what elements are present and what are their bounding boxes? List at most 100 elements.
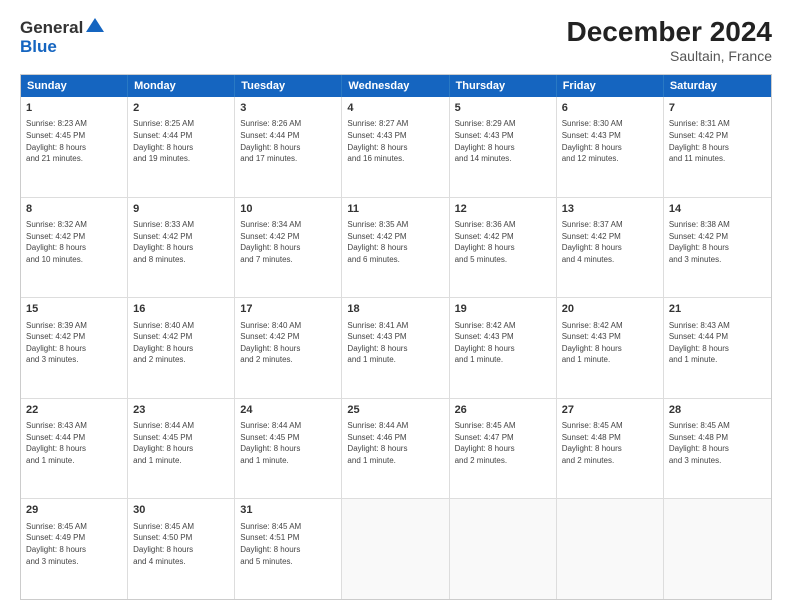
title-block: December 2024 Saultain, France (567, 16, 772, 64)
cal-header-day: Thursday (450, 75, 557, 97)
day-info: Sunrise: 8:45 AM Sunset: 4:48 PM Dayligh… (669, 420, 766, 466)
month-title: December 2024 (567, 16, 772, 48)
day-info: Sunrise: 8:43 AM Sunset: 4:44 PM Dayligh… (669, 320, 766, 366)
day-number: 29 (26, 503, 122, 518)
day-number: 12 (455, 202, 551, 217)
calendar-header: SundayMondayTuesdayWednesdayThursdayFrid… (21, 75, 771, 97)
calendar-cell: 17Sunrise: 8:40 AM Sunset: 4:42 PM Dayli… (235, 298, 342, 398)
day-number: 30 (133, 503, 229, 518)
calendar-cell (664, 499, 771, 599)
calendar-row: 15Sunrise: 8:39 AM Sunset: 4:42 PM Dayli… (21, 297, 771, 398)
day-number: 1 (26, 101, 122, 116)
day-info: Sunrise: 8:45 AM Sunset: 4:49 PM Dayligh… (26, 521, 122, 567)
calendar-cell: 9 Sunrise: 8:33 AM Sunset: 4:42 PM Daylig… (128, 198, 235, 298)
day-info: Sunrise: 8:27 AM Sunset: 4:43 PM Dayligh… (347, 118, 443, 164)
day-info: Sunrise: 8:45 AM Sunset: 4:50 PM Dayligh… (133, 521, 229, 567)
logo-blue-text: Blue (20, 37, 57, 57)
day-info: Sunrise: 8:44 AM Sunset: 4:45 PM Dayligh… (240, 420, 336, 466)
day-info: Sunrise: 8:40 AM Sunset: 4:42 PM Dayligh… (240, 320, 336, 366)
day-number: 2 (133, 101, 229, 116)
calendar-cell: 28 Sunrise: 8:45 AM Sunset: 4:48 PM Dayli… (664, 399, 771, 499)
day-number: 21 (669, 302, 766, 317)
day-number: 28 (669, 403, 766, 418)
day-number: 16 (133, 302, 229, 317)
calendar-cell: 1 Sunrise: 8:23 AM Sunset: 4:45 PM Daylig… (21, 97, 128, 197)
day-info: Sunrise: 8:35 AM Sunset: 4:42 PM Dayligh… (347, 219, 443, 265)
calendar-cell: 2 Sunrise: 8:25 AM Sunset: 4:44 PM Daylig… (128, 97, 235, 197)
cal-header-day: Wednesday (342, 75, 449, 97)
day-info: Sunrise: 8:42 AM Sunset: 4:43 PM Dayligh… (455, 320, 551, 366)
calendar-cell: 30 Sunrise: 8:45 AM Sunset: 4:50 PM Dayli… (128, 499, 235, 599)
day-number: 27 (562, 403, 658, 418)
calendar-cell: 13 Sunrise: 8:37 AM Sunset: 4:42 PM Dayli… (557, 198, 664, 298)
day-number: 15 (26, 302, 122, 317)
calendar-cell: 16 Sunrise: 8:40 AM Sunset: 4:42 PM Dayli… (128, 298, 235, 398)
logo: General Blue (20, 16, 104, 57)
calendar-row: 29 Sunrise: 8:45 AM Sunset: 4:49 PM Dayli… (21, 498, 771, 599)
calendar-cell: 26 Sunrise: 8:45 AM Sunset: 4:47 PM Dayli… (450, 399, 557, 499)
calendar-cell (450, 499, 557, 599)
day-number: 6 (562, 101, 658, 116)
day-number: 9 (133, 202, 229, 217)
day-info: Sunrise: 8:23 AM Sunset: 4:45 PM Dayligh… (26, 118, 122, 164)
calendar-cell: 29 Sunrise: 8:45 AM Sunset: 4:49 PM Dayli… (21, 499, 128, 599)
calendar-cell: 11Sunrise: 8:35 AM Sunset: 4:42 PM Dayli… (342, 198, 449, 298)
calendar-cell: 5 Sunrise: 8:29 AM Sunset: 4:43 PM Daylig… (450, 97, 557, 197)
day-info: Sunrise: 8:40 AM Sunset: 4:42 PM Dayligh… (133, 320, 229, 366)
day-info: Sunrise: 8:44 AM Sunset: 4:45 PM Dayligh… (133, 420, 229, 466)
day-info: Sunrise: 8:36 AM Sunset: 4:42 PM Dayligh… (455, 219, 551, 265)
calendar-cell: 7 Sunrise: 8:31 AM Sunset: 4:42 PM Daylig… (664, 97, 771, 197)
calendar-cell: 21 Sunrise: 8:43 AM Sunset: 4:44 PM Dayli… (664, 298, 771, 398)
day-number: 14 (669, 202, 766, 217)
day-info: Sunrise: 8:42 AM Sunset: 4:43 PM Dayligh… (562, 320, 658, 366)
calendar-body: 1 Sunrise: 8:23 AM Sunset: 4:45 PM Daylig… (21, 97, 771, 599)
page: General Blue December 2024 Saultain, Fra… (0, 0, 792, 612)
day-info: Sunrise: 8:31 AM Sunset: 4:42 PM Dayligh… (669, 118, 766, 164)
day-number: 7 (669, 101, 766, 116)
day-info: Sunrise: 8:30 AM Sunset: 4:43 PM Dayligh… (562, 118, 658, 164)
calendar-cell: 10 Sunrise: 8:34 AM Sunset: 4:42 PM Dayli… (235, 198, 342, 298)
day-number: 8 (26, 202, 122, 217)
calendar-cell (342, 499, 449, 599)
calendar-cell: 6 Sunrise: 8:30 AM Sunset: 4:43 PM Daylig… (557, 97, 664, 197)
day-number: 25 (347, 403, 443, 418)
calendar-cell: 3 Sunrise: 8:26 AM Sunset: 4:44 PM Daylig… (235, 97, 342, 197)
day-info: Sunrise: 8:34 AM Sunset: 4:42 PM Dayligh… (240, 219, 336, 265)
day-info: Sunrise: 8:25 AM Sunset: 4:44 PM Dayligh… (133, 118, 229, 164)
day-number: 24 (240, 403, 336, 418)
day-info: Sunrise: 8:44 AM Sunset: 4:46 PM Dayligh… (347, 420, 443, 466)
day-info: Sunrise: 8:33 AM Sunset: 4:42 PM Dayligh… (133, 219, 229, 265)
day-info: Sunrise: 8:37 AM Sunset: 4:42 PM Dayligh… (562, 219, 658, 265)
day-number: 5 (455, 101, 551, 116)
day-info: Sunrise: 8:32 AM Sunset: 4:42 PM Dayligh… (26, 219, 122, 265)
day-info: Sunrise: 8:43 AM Sunset: 4:44 PM Dayligh… (26, 420, 122, 466)
calendar-row: 22 Sunrise: 8:43 AM Sunset: 4:44 PM Dayli… (21, 398, 771, 499)
calendar-cell: 27 Sunrise: 8:45 AM Sunset: 4:48 PM Dayli… (557, 399, 664, 499)
day-info: Sunrise: 8:45 AM Sunset: 4:48 PM Dayligh… (562, 420, 658, 466)
day-number: 4 (347, 101, 443, 116)
day-number: 10 (240, 202, 336, 217)
calendar-row: 1 Sunrise: 8:23 AM Sunset: 4:45 PM Daylig… (21, 97, 771, 197)
calendar-cell: 4 Sunrise: 8:27 AM Sunset: 4:43 PM Daylig… (342, 97, 449, 197)
day-number: 20 (562, 302, 658, 317)
calendar-cell: 8 Sunrise: 8:32 AM Sunset: 4:42 PM Daylig… (21, 198, 128, 298)
calendar: SundayMondayTuesdayWednesdayThursdayFrid… (20, 74, 772, 600)
calendar-cell (557, 499, 664, 599)
cal-header-day: Sunday (21, 75, 128, 97)
calendar-cell: 18Sunrise: 8:41 AM Sunset: 4:43 PM Dayli… (342, 298, 449, 398)
day-info: Sunrise: 8:26 AM Sunset: 4:44 PM Dayligh… (240, 118, 336, 164)
day-number: 22 (26, 403, 122, 418)
calendar-cell: 23Sunrise: 8:44 AM Sunset: 4:45 PM Dayli… (128, 399, 235, 499)
cal-header-day: Friday (557, 75, 664, 97)
day-info: Sunrise: 8:29 AM Sunset: 4:43 PM Dayligh… (455, 118, 551, 164)
calendar-cell: 15Sunrise: 8:39 AM Sunset: 4:42 PM Dayli… (21, 298, 128, 398)
subtitle: Saultain, France (567, 48, 772, 64)
logo-general-text: General (20, 18, 83, 38)
calendar-cell: 19Sunrise: 8:42 AM Sunset: 4:43 PM Dayli… (450, 298, 557, 398)
day-number: 3 (240, 101, 336, 116)
day-number: 26 (455, 403, 551, 418)
day-info: Sunrise: 8:45 AM Sunset: 4:47 PM Dayligh… (455, 420, 551, 466)
header: General Blue December 2024 Saultain, Fra… (20, 16, 772, 64)
day-number: 13 (562, 202, 658, 217)
day-number: 31 (240, 503, 336, 518)
